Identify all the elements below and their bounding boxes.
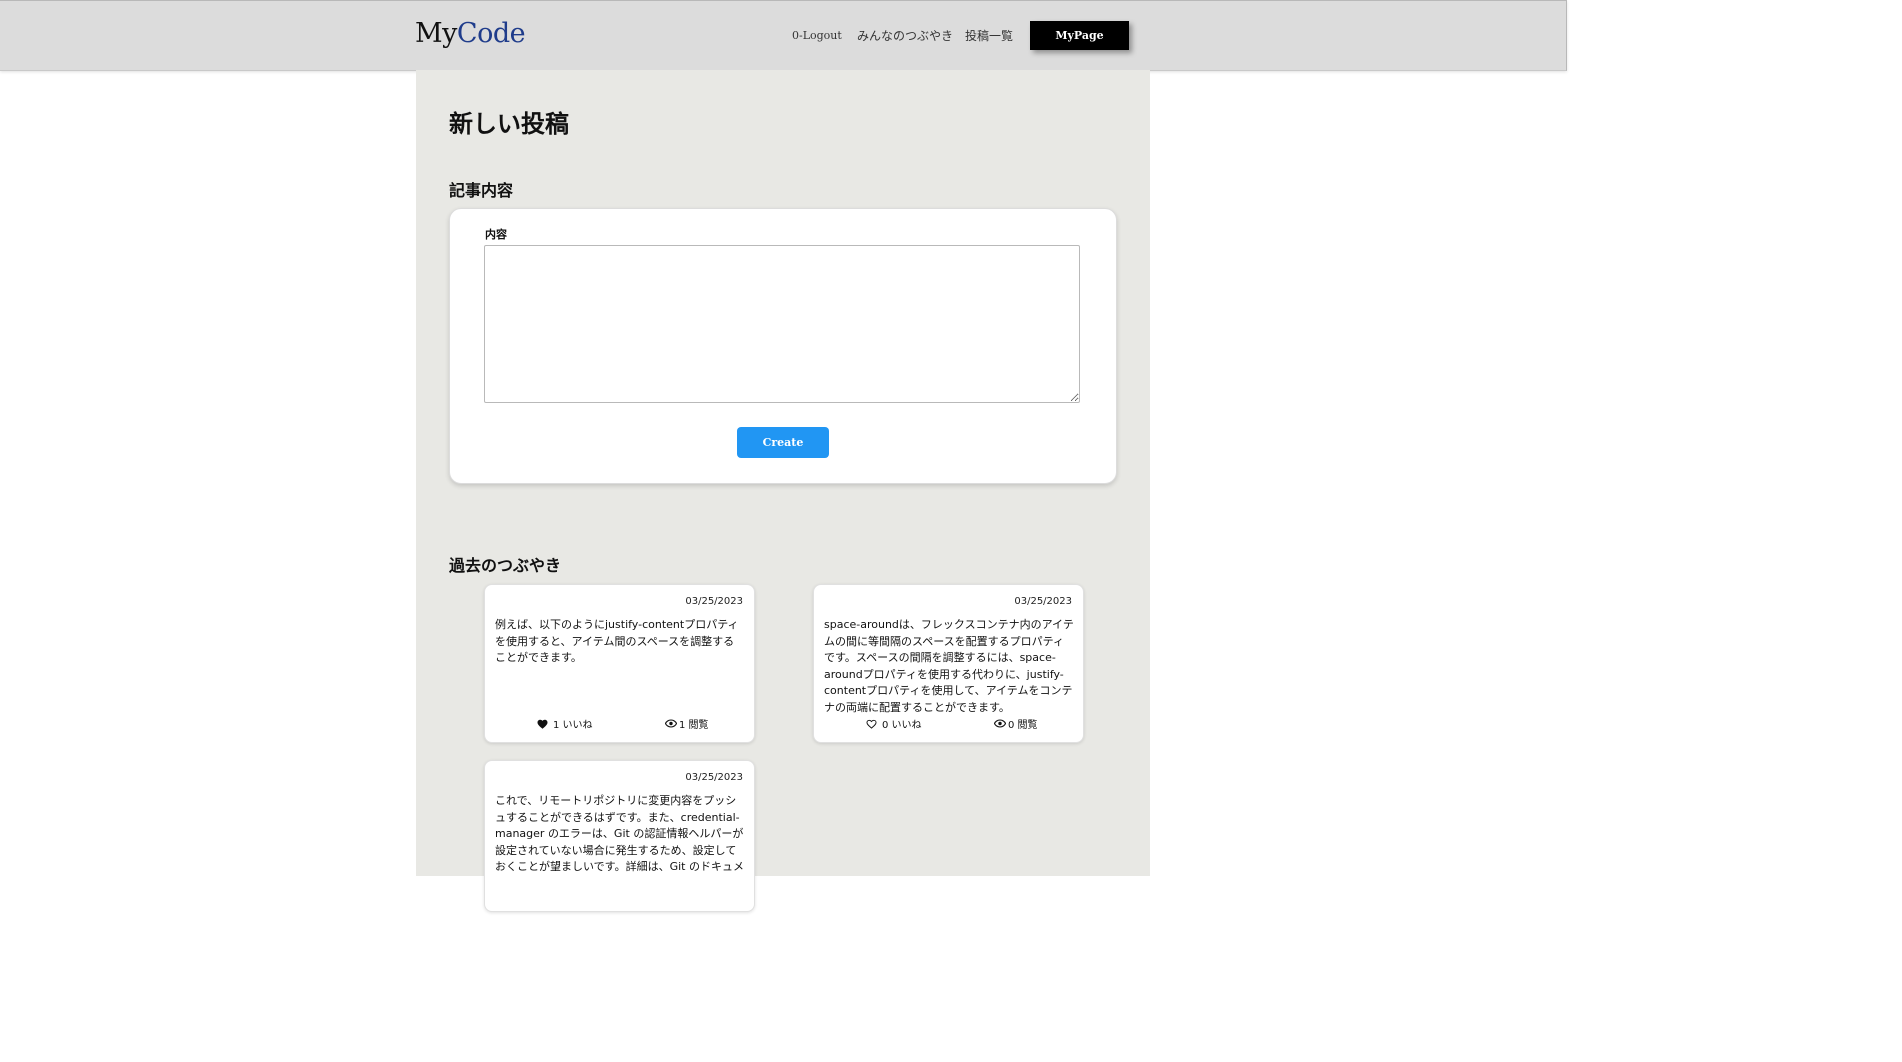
create-button[interactable]: Create <box>737 427 829 458</box>
logo-code: Code <box>456 18 526 49</box>
logo-my: My <box>415 18 457 49</box>
view-count-text: 1 閲覧 <box>679 720 709 731</box>
heart-filled-icon <box>537 719 548 729</box>
site-logo[interactable]: MyCode <box>415 18 526 49</box>
post-date: 03/25/2023 <box>685 596 743 607</box>
article-section-title: 記事内容 <box>449 181 514 200</box>
post-date: 03/25/2023 <box>1014 596 1072 607</box>
like-count: 0 いいね <box>882 720 922 731</box>
post-footer: 0 いいね 0 閲覧 <box>814 716 1083 731</box>
content-textarea[interactable] <box>484 245 1080 403</box>
logout-link[interactable]: 0-Logout <box>792 1 842 70</box>
like-count: 1 いいね <box>553 720 593 731</box>
new-post-form: 内容 Create <box>449 208 1117 484</box>
past-posts-section-title: 過去のつぶやき <box>449 556 562 575</box>
content-label: 内容 <box>485 228 507 241</box>
view-count: 0 閲覧 <box>994 716 1038 731</box>
view-count: 1 閲覧 <box>665 716 709 731</box>
eye-icon <box>994 719 1006 728</box>
post-body: 例えば、以下のようにjustify-contentプロパティを使用すると、アイテ… <box>495 618 739 664</box>
nav-post-list[interactable]: 投稿一覧 <box>965 1 1013 70</box>
mypage-button[interactable]: MyPage <box>1030 21 1129 50</box>
main-content: 新しい投稿 記事内容 内容 Create 過去のつぶやき 03/25/2023 … <box>416 70 1150 912</box>
like-button[interactable]: 0 いいね <box>866 716 922 731</box>
like-button[interactable]: 1 いいね <box>537 716 593 731</box>
post-footer: 1 いいね 1 閲覧 <box>485 716 754 731</box>
heart-outline-icon <box>866 719 877 729</box>
post-body: これで、リモートリポジトリに変更内容をプッシュすることができるはずです。また、c… <box>495 794 744 873</box>
eye-icon <box>665 719 677 728</box>
nav-minna-tsubuyaki[interactable]: みんなのつぶやき <box>857 1 953 70</box>
post-card[interactable]: 03/25/2023 例えば、以下のようにjustify-contentプロパテ… <box>484 584 755 743</box>
page-title: 新しい投稿 <box>449 110 569 138</box>
post-card[interactable]: 03/25/2023 これで、リモートリポジトリに変更内容をプッシュすることがで… <box>484 760 755 912</box>
post-date: 03/25/2023 <box>685 772 743 783</box>
post-card[interactable]: 03/25/2023 space-aroundは、フレックスコンテナ内のアイテム… <box>813 584 1084 743</box>
top-header: MyCode 0-Logout みんなのつぶやき 投稿一覧 MyPage <box>0 0 1567 71</box>
post-body: space-aroundは、フレックスコンテナ内のアイテムの間に等間隔のスペース… <box>824 618 1074 714</box>
view-count-text: 0 閲覧 <box>1008 720 1038 731</box>
